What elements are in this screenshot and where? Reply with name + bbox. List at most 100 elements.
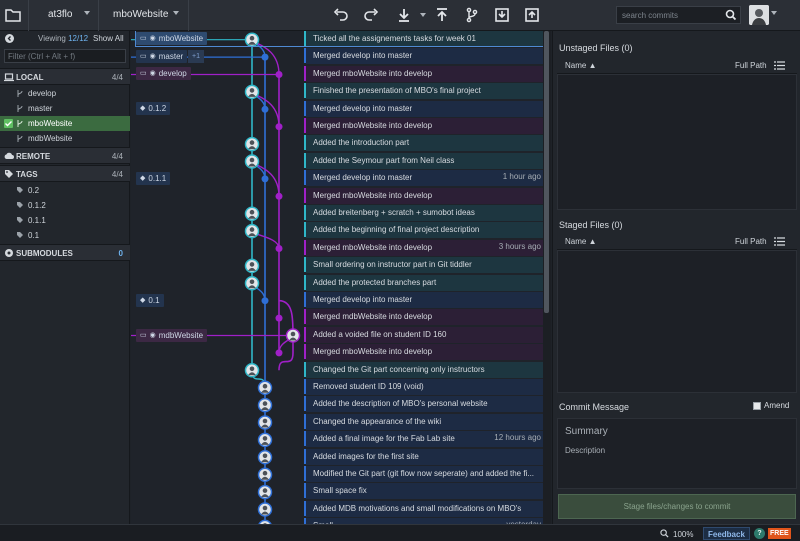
commit-row[interactable]: Changed the appearance of the wiki <box>131 413 545 430</box>
help-icon[interactable]: ? <box>754 528 765 539</box>
commit-row[interactable]: Changed the Git part concerning only ins… <box>131 361 545 378</box>
staged-file-list <box>557 250 797 393</box>
viewing-bar: Viewing 12/12 Show All <box>0 31 130 47</box>
commit-row[interactable]: Merged mboWebsite into develop <box>131 117 545 134</box>
commit-row[interactable]: Added a voided file on student ID 160 <box>131 326 545 343</box>
branch-item-master[interactable]: master <box>0 101 130 116</box>
push-button[interactable] <box>432 5 452 25</box>
repo-owner[interactable]: at3flo <box>48 9 72 20</box>
commit-row[interactable]: Added the introduction part <box>131 134 545 152</box>
name-column-header[interactable]: Name ▲ <box>565 237 597 246</box>
commit-row[interactable]: Added the description of MBO's personal … <box>131 395 545 413</box>
amend-checkbox[interactable]: Amend <box>753 401 789 410</box>
section-local[interactable]: LOCAL 4/4 <box>0 68 130 85</box>
show-all-link[interactable]: Show All <box>93 34 124 43</box>
commit-row[interactable]: Merged mboWebsite into develop <box>131 65 545 82</box>
unstaged-column-header: Name ▲ Full Path <box>557 58 797 74</box>
description-field[interactable]: Description <box>565 446 605 455</box>
scrollbar-thumb[interactable] <box>544 31 549 313</box>
free-badge[interactable]: FREE <box>768 528 791 539</box>
checkbox-icon[interactable] <box>753 401 761 410</box>
summary-field[interactable]: Summary <box>565 426 608 437</box>
commit-row[interactable]: Added a final image for the Fab Lab site… <box>131 430 545 448</box>
commit-row[interactable]: Merged mboWebsite into develop 3 hours ag… <box>131 239 545 256</box>
branch-item-mboWebsite[interactable]: mboWebsite <box>0 116 130 131</box>
commit-time: 1 hour ago <box>502 172 541 182</box>
commit-row[interactable]: Merged develop into master <box>131 47 545 65</box>
full-path-column-header[interactable]: Full Path <box>735 237 767 246</box>
zoom-indicator[interactable]: 100% <box>660 529 693 540</box>
commit-row[interactable]: Added the protected branches part <box>131 274 545 291</box>
commit-message: Merged mboWebsite into develop <box>313 121 433 130</box>
undo-button[interactable] <box>331 5 351 25</box>
filter-input[interactable] <box>5 50 125 62</box>
commit-row[interactable]: Small space fix <box>131 482 545 500</box>
list-view-icon[interactable] <box>774 61 785 70</box>
tag-item[interactable]: 0.1.2 <box>0 198 130 213</box>
undo-icon <box>333 8 348 21</box>
commit-message-label: Commit Message <box>559 402 630 412</box>
redo-icon <box>364 8 379 21</box>
commit-row[interactable]: Added the Seymour part from Neil class <box>131 152 545 169</box>
commit-row-stripe <box>304 135 306 151</box>
commit-row[interactable]: Small ...yesterday <box>131 517 545 524</box>
section-tags[interactable]: TAGS 4/4 <box>0 165 130 182</box>
tag-item[interactable]: 0.2 <box>0 183 130 198</box>
pop-button[interactable] <box>522 5 542 25</box>
graph-scrollbar[interactable] <box>543 31 551 524</box>
tag-item[interactable]: 0.1 <box>0 228 130 243</box>
name-column-header[interactable]: Name ▲ <box>565 61 597 70</box>
commit-row[interactable]: Merged develop into master <box>131 291 545 308</box>
commit-row-stripe <box>304 239 306 255</box>
commit-row[interactable]: Removed student ID 109 (void) <box>131 378 545 395</box>
avatar[interactable] <box>749 5 769 25</box>
section-remote[interactable]: REMOTE 4/4 <box>0 147 130 164</box>
commit-row[interactable]: Small ordering on instructor part in Git… <box>131 256 545 274</box>
commit-row[interactable]: Added breitenberg + scratch + sumobot id… <box>131 204 545 221</box>
commit-row[interactable]: Modified the Git part (git flow now sepe… <box>131 465 545 482</box>
back-arrow-icon[interactable] <box>5 34 14 43</box>
commit-row[interactable]: Added MDB motivations and small modifica… <box>131 500 545 517</box>
pop-icon <box>525 8 539 22</box>
commit-row[interactable]: Finished the presentation of MBO's final… <box>131 82 545 100</box>
staged-files-title: Staged Files (0) <box>559 220 623 230</box>
search-icon[interactable] <box>725 9 737 21</box>
chevron-down-icon[interactable] <box>84 11 90 15</box>
commit-row[interactable]: Added the beginning of final project des… <box>131 221 545 239</box>
search-input[interactable] <box>617 7 717 23</box>
stash-button[interactable] <box>492 5 512 25</box>
folder-icon[interactable] <box>5 7 21 23</box>
stage-changes-button[interactable]: Stage files/changes to commit <box>558 494 796 519</box>
branch-button[interactable] <box>462 5 482 25</box>
list-view-icon[interactable] <box>774 237 785 246</box>
toolbar: at3flo mboWebsite <box>0 0 800 31</box>
commit-row[interactable]: Merged mboWebsite into develop <box>131 187 545 204</box>
commit-message: Merged mboWebsite into develop <box>313 242 433 252</box>
commit-row[interactable]: Ticked all the assignements tasks for we… <box>131 31 545 47</box>
repo-name[interactable]: mboWebsite <box>113 9 168 20</box>
section-remote-label: REMOTE <box>16 152 51 161</box>
commit-message: Merged develop into master <box>313 295 413 304</box>
commit-row[interactable]: Added images for the first site <box>131 448 545 465</box>
cloud-icon <box>4 151 14 161</box>
zoom-level: 100% <box>673 530 694 539</box>
commit-row[interactable]: Merged mboWebsite into develop <box>131 343 545 361</box>
full-path-column-header[interactable]: Full Path <box>735 61 767 70</box>
redo-button[interactable] <box>361 5 381 25</box>
tag-item[interactable]: 0.1.1 <box>0 213 130 228</box>
chevron-down-icon[interactable] <box>771 11 777 15</box>
feedback-button[interactable]: Feedback <box>703 527 750 540</box>
pull-button[interactable] <box>394 5 414 25</box>
commit-row[interactable]: Merged develop into master 1 hour ago <box>131 169 545 187</box>
branch-item-mdbWebsite[interactable]: mdbWebsite <box>0 131 130 146</box>
commit-row[interactable]: Merged mdbWebsite into develop <box>131 308 545 326</box>
chevron-down-icon[interactable] <box>173 11 179 15</box>
commit-row-stripe <box>304 448 306 464</box>
section-submodules[interactable]: SUBMODULES 0 <box>0 244 130 261</box>
branch-item-develop[interactable]: develop <box>0 86 130 101</box>
commit-row[interactable]: Merged develop into master <box>131 100 545 117</box>
chevron-down-icon[interactable] <box>420 13 426 17</box>
name-column-label: Name <box>565 61 587 70</box>
submodule-icon <box>4 248 14 258</box>
amend-label: Amend <box>764 401 790 410</box>
